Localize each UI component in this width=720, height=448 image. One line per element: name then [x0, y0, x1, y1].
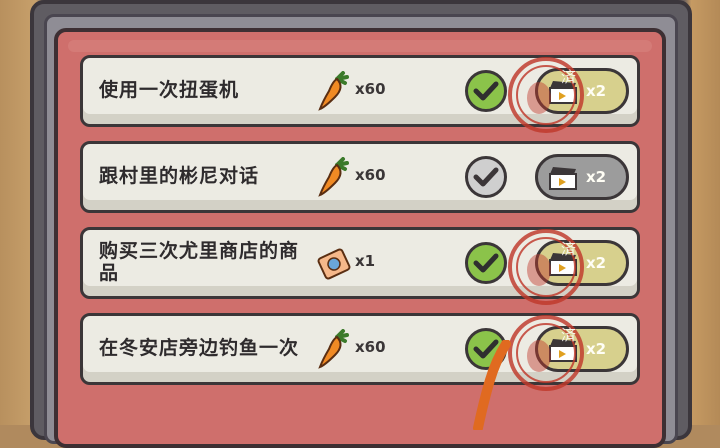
task-row: 购买三次尤里商店的商品 x1 x2 済: [80, 227, 640, 305]
button-label: x2: [586, 168, 607, 186]
stamp-char: 済: [561, 240, 576, 258]
task-title: 在冬安店旁边钓鱼一次: [99, 337, 300, 359]
completed-stamp-icon: 済: [508, 57, 584, 133]
reward-quantity: x60: [355, 166, 386, 184]
reward-quantity: x60: [355, 80, 386, 98]
button-label: x2: [586, 82, 607, 100]
task-status-check: [465, 242, 507, 284]
video-ad-icon: [549, 167, 577, 190]
task-row: 跟村里的彬尼对话 x60 x2: [80, 141, 640, 213]
double-reward-button[interactable]: x2: [535, 154, 629, 200]
stamp-char: 済: [561, 326, 576, 344]
ticket-icon: [317, 248, 351, 280]
button-label: x2: [586, 254, 607, 272]
task-status-check: [465, 70, 507, 112]
reward-quantity: x60: [355, 338, 386, 356]
carrot-icon: [318, 157, 349, 197]
carrot-icon: [318, 329, 349, 369]
checkmark-icon: [473, 253, 499, 273]
task-status-check: [465, 156, 507, 198]
task-title: 使用一次扭蛋机: [99, 79, 240, 101]
reward-quantity: x1: [355, 252, 376, 270]
task-title: 购买三次尤里商店的商品: [99, 240, 300, 284]
brush-stroke-icon: [473, 340, 511, 430]
task-title: 跟村里的彬尼对话: [99, 165, 260, 187]
task-row: 使用一次扭蛋机 x60 x2 済: [80, 55, 640, 133]
button-label: x2: [586, 340, 607, 358]
stamp-char: 済: [561, 68, 576, 86]
checkmark-icon: [473, 81, 499, 101]
checkmark-icon: [473, 167, 499, 187]
carrot-icon: [318, 71, 349, 111]
completed-stamp-icon: 済: [508, 229, 584, 305]
task-row: 在冬安店旁边钓鱼一次 x60 x2 済: [80, 313, 640, 391]
